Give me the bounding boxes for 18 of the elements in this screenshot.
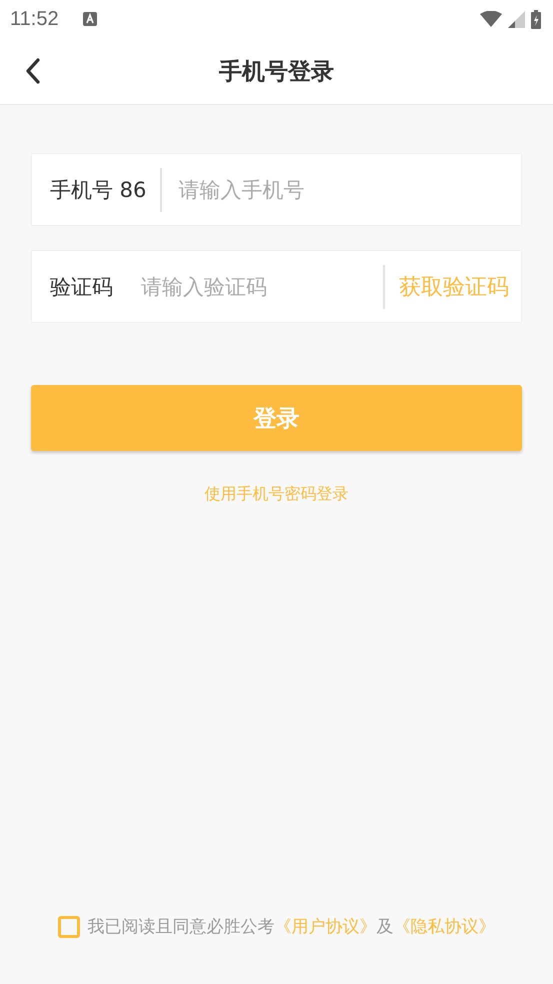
agreement-checkbox[interactable] xyxy=(58,916,80,938)
agreement-link[interactable]: 《用户协议》 xyxy=(274,917,376,937)
page-title: 手机号登录 xyxy=(219,58,334,86)
login-button[interactable]: 登录 xyxy=(31,385,522,451)
code-input[interactable]: 请输入验证码 xyxy=(139,274,369,300)
agreement-link[interactable]: 《隐私协议》 xyxy=(394,917,496,937)
field-label: 手机号 86 xyxy=(50,176,146,204)
back-icon[interactable] xyxy=(26,58,40,84)
battery-icon xyxy=(531,10,541,28)
notification-icon xyxy=(82,12,97,26)
agreement-text: 我已阅读且同意必胜公考《用户协议》及《隐私协议》 xyxy=(88,916,496,938)
get-code-button[interactable]: 获取验证码 xyxy=(399,272,521,302)
signal-icon xyxy=(508,10,525,28)
status-time: 11:52 xyxy=(10,8,59,30)
field-label: 验证码 xyxy=(50,274,113,300)
phone-input[interactable]: 请输入手机号 xyxy=(176,176,521,202)
wifi-icon xyxy=(480,11,502,27)
password-login-link[interactable]: 使用手机号密码登录 xyxy=(204,484,348,505)
